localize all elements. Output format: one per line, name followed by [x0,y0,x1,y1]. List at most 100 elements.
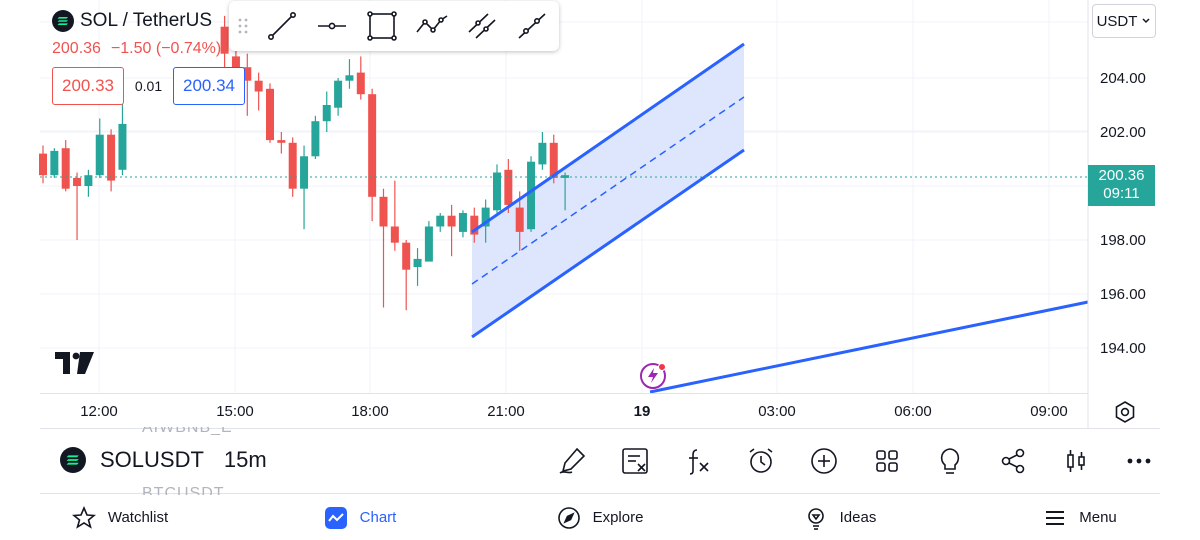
nav-label: Explore [592,509,644,526]
candle-body [322,105,331,122]
candle-up [493,164,501,213]
candle-body [390,226,399,243]
candle-body [334,80,343,108]
trend-line-icon[interactable] [257,1,307,51]
chart-actions [540,442,1170,480]
symbol-title: SOL / TetherUS [80,10,213,31]
spread-value: 0.01 [134,78,163,94]
parallel-channel-drawing[interactable] [472,44,744,337]
price-change-line: 200.36 −1.50 (−0.74%) [52,40,231,58]
candle-down [368,88,377,222]
price-tick-label: 202.00 [1100,124,1146,141]
candle-down [73,172,82,240]
channel-fill [472,44,744,337]
chart-icon [324,506,347,529]
symbol-header[interactable]: SOL / TetherUS [52,10,212,32]
time-axis[interactable]: 12:00 15:00 18:00 21:00 19 03:00 06:00 09:00 [80,403,1068,420]
candle-up [311,115,320,159]
drag-handle-icon[interactable] [229,18,257,34]
candle-body [356,72,365,95]
nav-label: Ideas [839,509,877,526]
candle-down [107,129,116,192]
nav-label: Chart [359,509,397,526]
candle-body [39,153,47,176]
layouts-icon[interactable] [855,442,918,480]
price-axis[interactable]: 204.00 202.00 198.00 196.00 194.00 [1100,70,1146,357]
time-tick-label: 12:00 [80,403,118,420]
rectangle-icon[interactable] [357,1,407,51]
interval-selector[interactable]: 15m [224,447,267,473]
candle-body [266,88,274,141]
last-price: 200.36 [52,40,101,57]
candle-body [493,172,501,211]
candle-up [458,210,467,238]
price-tick-label: 196.00 [1100,286,1146,303]
clear-drawings-icon[interactable] [603,442,666,480]
indicators-fx-icon[interactable] [666,442,729,480]
draw-pen-icon[interactable] [540,442,603,480]
candle-up [95,118,104,178]
candle-body [538,142,547,165]
candle-body [107,134,116,181]
share-icon[interactable] [981,442,1044,480]
candle-down [402,240,411,311]
nav-label: Menu [1079,509,1117,526]
candle-up [50,148,59,178]
solana-logo-icon [60,447,86,473]
tradingview-logo-icon[interactable] [55,352,95,379]
buy-button[interactable]: 200.34 [173,67,245,105]
candle-body [458,213,467,232]
candle-down [266,83,274,143]
candle-up [424,221,433,262]
bottom-navigation: Watchlist Chart Explore Ideas Menu [0,495,1200,540]
nav-watchlist[interactable]: Watchlist [0,495,240,540]
horizontal-ray-icon[interactable] [307,1,357,51]
path-icon[interactable] [407,1,457,51]
candle-body [447,215,456,227]
candle-body [413,258,422,267]
nav-explore[interactable]: Explore [480,495,720,540]
candle-body [436,215,445,227]
candle-body [402,242,411,270]
sell-button[interactable]: 200.33 [52,67,124,105]
candle-down [447,204,456,257]
drawing-toolbar[interactable] [229,1,559,51]
candle-body [515,207,524,232]
symbol-selector[interactable]: SOLUSDT 15m [60,447,267,473]
candle-body [345,75,354,81]
currency-selector[interactable]: USDT [1092,4,1156,38]
next-symbol-ghost: BTCUSDT [142,485,225,495]
last-price-badge-value: 200.36 [1098,167,1145,184]
candle-down [277,132,286,154]
previous-symbol-ghost: AIWBNB_E [142,427,233,436]
nav-ideas[interactable]: Ideas [720,495,960,540]
symbol-toolbar: AIWBNB_E SOLUSDT 15m BTCUSDT [40,427,1160,495]
solana-logo-icon [52,10,74,32]
candle-down [39,145,47,184]
candle-up [322,91,331,132]
candle-up [84,169,93,197]
lightning-alert-icon[interactable] [638,360,668,390]
symbol-name[interactable]: SOLUSDT [100,447,204,473]
ray-line-icon[interactable] [507,1,557,51]
more-icon[interactable] [1107,442,1170,480]
add-icon[interactable] [792,442,855,480]
parallel-channel-icon[interactable] [457,1,507,51]
candle-down [356,56,365,100]
countdown-timer: 09:11 [1103,185,1140,202]
candle-body [527,161,536,230]
time-tick-label: 09:00 [1030,403,1068,420]
candles-style-icon[interactable] [1044,442,1107,480]
time-axis-divider [40,393,1088,394]
candle-up [334,78,343,116]
ideas-bulb-icon[interactable] [918,442,981,480]
chart-settings-icon[interactable] [1112,399,1138,425]
nav-menu[interactable]: Menu [960,495,1200,540]
candle-down [61,140,70,192]
alarm-icon[interactable] [729,442,792,480]
nav-chart[interactable]: Chart [240,495,480,540]
candle-body [311,121,320,157]
star-icon [71,505,96,529]
time-tick-label: 06:00 [894,403,932,420]
trend-line[interactable] [649,300,1089,394]
